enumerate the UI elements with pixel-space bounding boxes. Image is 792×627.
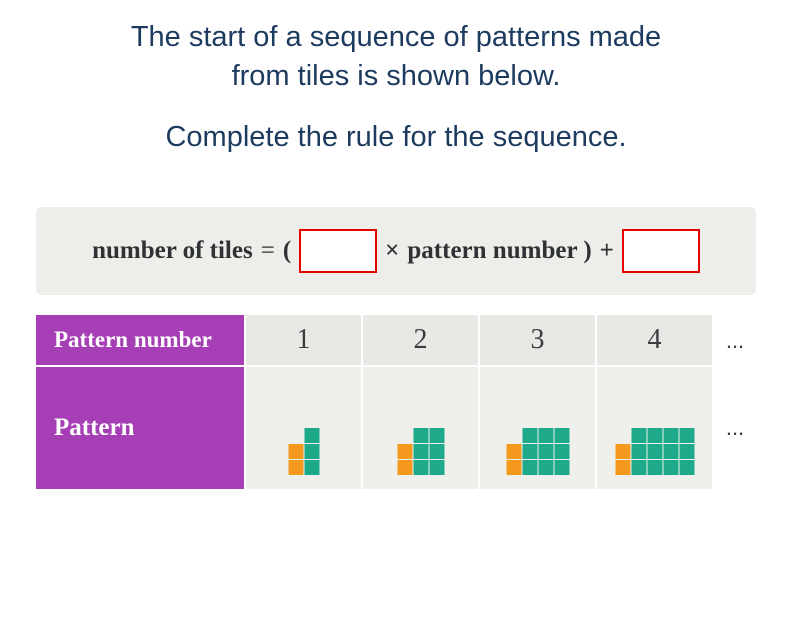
- tile-empty: [288, 428, 303, 443]
- question-text: The start of a sequence of patterns made…: [0, 0, 792, 189]
- tile-green: [631, 444, 646, 459]
- pattern-table: Pattern number 1 2 3 4 ... Pattern ...: [36, 315, 756, 489]
- tile-green: [554, 460, 569, 475]
- pattern-cell-4: [597, 367, 714, 489]
- tile-green: [679, 444, 694, 459]
- formula-box: number of tiles = ( × pattern number ) +: [36, 207, 756, 295]
- row-label: Pattern: [36, 367, 246, 489]
- tile-empty: [615, 428, 630, 443]
- tile-green: [522, 444, 537, 459]
- pattern-number-3: 3: [480, 315, 597, 367]
- tile-orange: [506, 460, 521, 475]
- tile-green: [522, 460, 537, 475]
- times-sign: ×: [385, 237, 399, 265]
- question-line-1: The start of a sequence of patterns made: [131, 21, 661, 53]
- pattern-cell-3: [480, 367, 597, 489]
- pattern-number-4: 4: [597, 315, 714, 367]
- tile-green: [647, 444, 662, 459]
- tile-orange: [615, 444, 630, 459]
- table-pattern-row: Pattern ...: [36, 367, 756, 489]
- table-header-row: Pattern number 1 2 3 4 ...: [36, 315, 756, 367]
- tile-grid-3: [506, 428, 569, 475]
- pattern-number-2: 2: [363, 315, 480, 367]
- plus-sign: +: [600, 237, 614, 265]
- pattern-cell-1: [246, 367, 363, 489]
- tile-green: [413, 444, 428, 459]
- open-paren: (: [283, 237, 291, 265]
- tile-green: [429, 444, 444, 459]
- tile-green: [538, 460, 553, 475]
- row-dots: ...: [714, 367, 756, 489]
- tile-green: [663, 460, 678, 475]
- tile-green: [522, 428, 537, 443]
- pattern-cell-2: [363, 367, 480, 489]
- tile-empty: [506, 428, 521, 443]
- pattern-number-1: 1: [246, 315, 363, 367]
- tile-green: [554, 428, 569, 443]
- tile-orange: [506, 444, 521, 459]
- tile-green: [538, 428, 553, 443]
- tile-green: [631, 428, 646, 443]
- blank-constant-input[interactable]: [622, 229, 700, 273]
- tile-green: [554, 444, 569, 459]
- tile-grid-4: [615, 428, 694, 475]
- formula-mid: pattern number ): [407, 237, 591, 265]
- tile-green: [663, 444, 678, 459]
- tile-green: [413, 428, 428, 443]
- tile-orange: [288, 444, 303, 459]
- tile-green: [304, 444, 319, 459]
- header-dots: ...: [714, 315, 756, 367]
- tile-green: [663, 428, 678, 443]
- tile-green: [647, 460, 662, 475]
- tile-empty: [397, 428, 412, 443]
- tile-green: [304, 460, 319, 475]
- tile-green: [631, 460, 646, 475]
- tile-green: [304, 428, 319, 443]
- tile-green: [647, 428, 662, 443]
- tile-green: [429, 460, 444, 475]
- tile-green: [413, 460, 428, 475]
- tile-orange: [615, 460, 630, 475]
- tile-grid-1: [288, 428, 319, 475]
- tile-green: [679, 428, 694, 443]
- tile-orange: [397, 444, 412, 459]
- formula-lhs: number of tiles: [92, 237, 253, 265]
- tile-green: [538, 444, 553, 459]
- tile-orange: [288, 460, 303, 475]
- equals-sign: =: [261, 237, 275, 265]
- tile-orange: [397, 460, 412, 475]
- tile-grid-2: [397, 428, 444, 475]
- tile-green: [429, 428, 444, 443]
- tile-green: [679, 460, 694, 475]
- question-line-2: from tiles is shown below.: [232, 60, 561, 92]
- question-line-3: Complete the rule for the sequence.: [165, 121, 626, 153]
- header-label: Pattern number: [36, 315, 246, 367]
- blank-multiplier-input[interactable]: [299, 229, 377, 273]
